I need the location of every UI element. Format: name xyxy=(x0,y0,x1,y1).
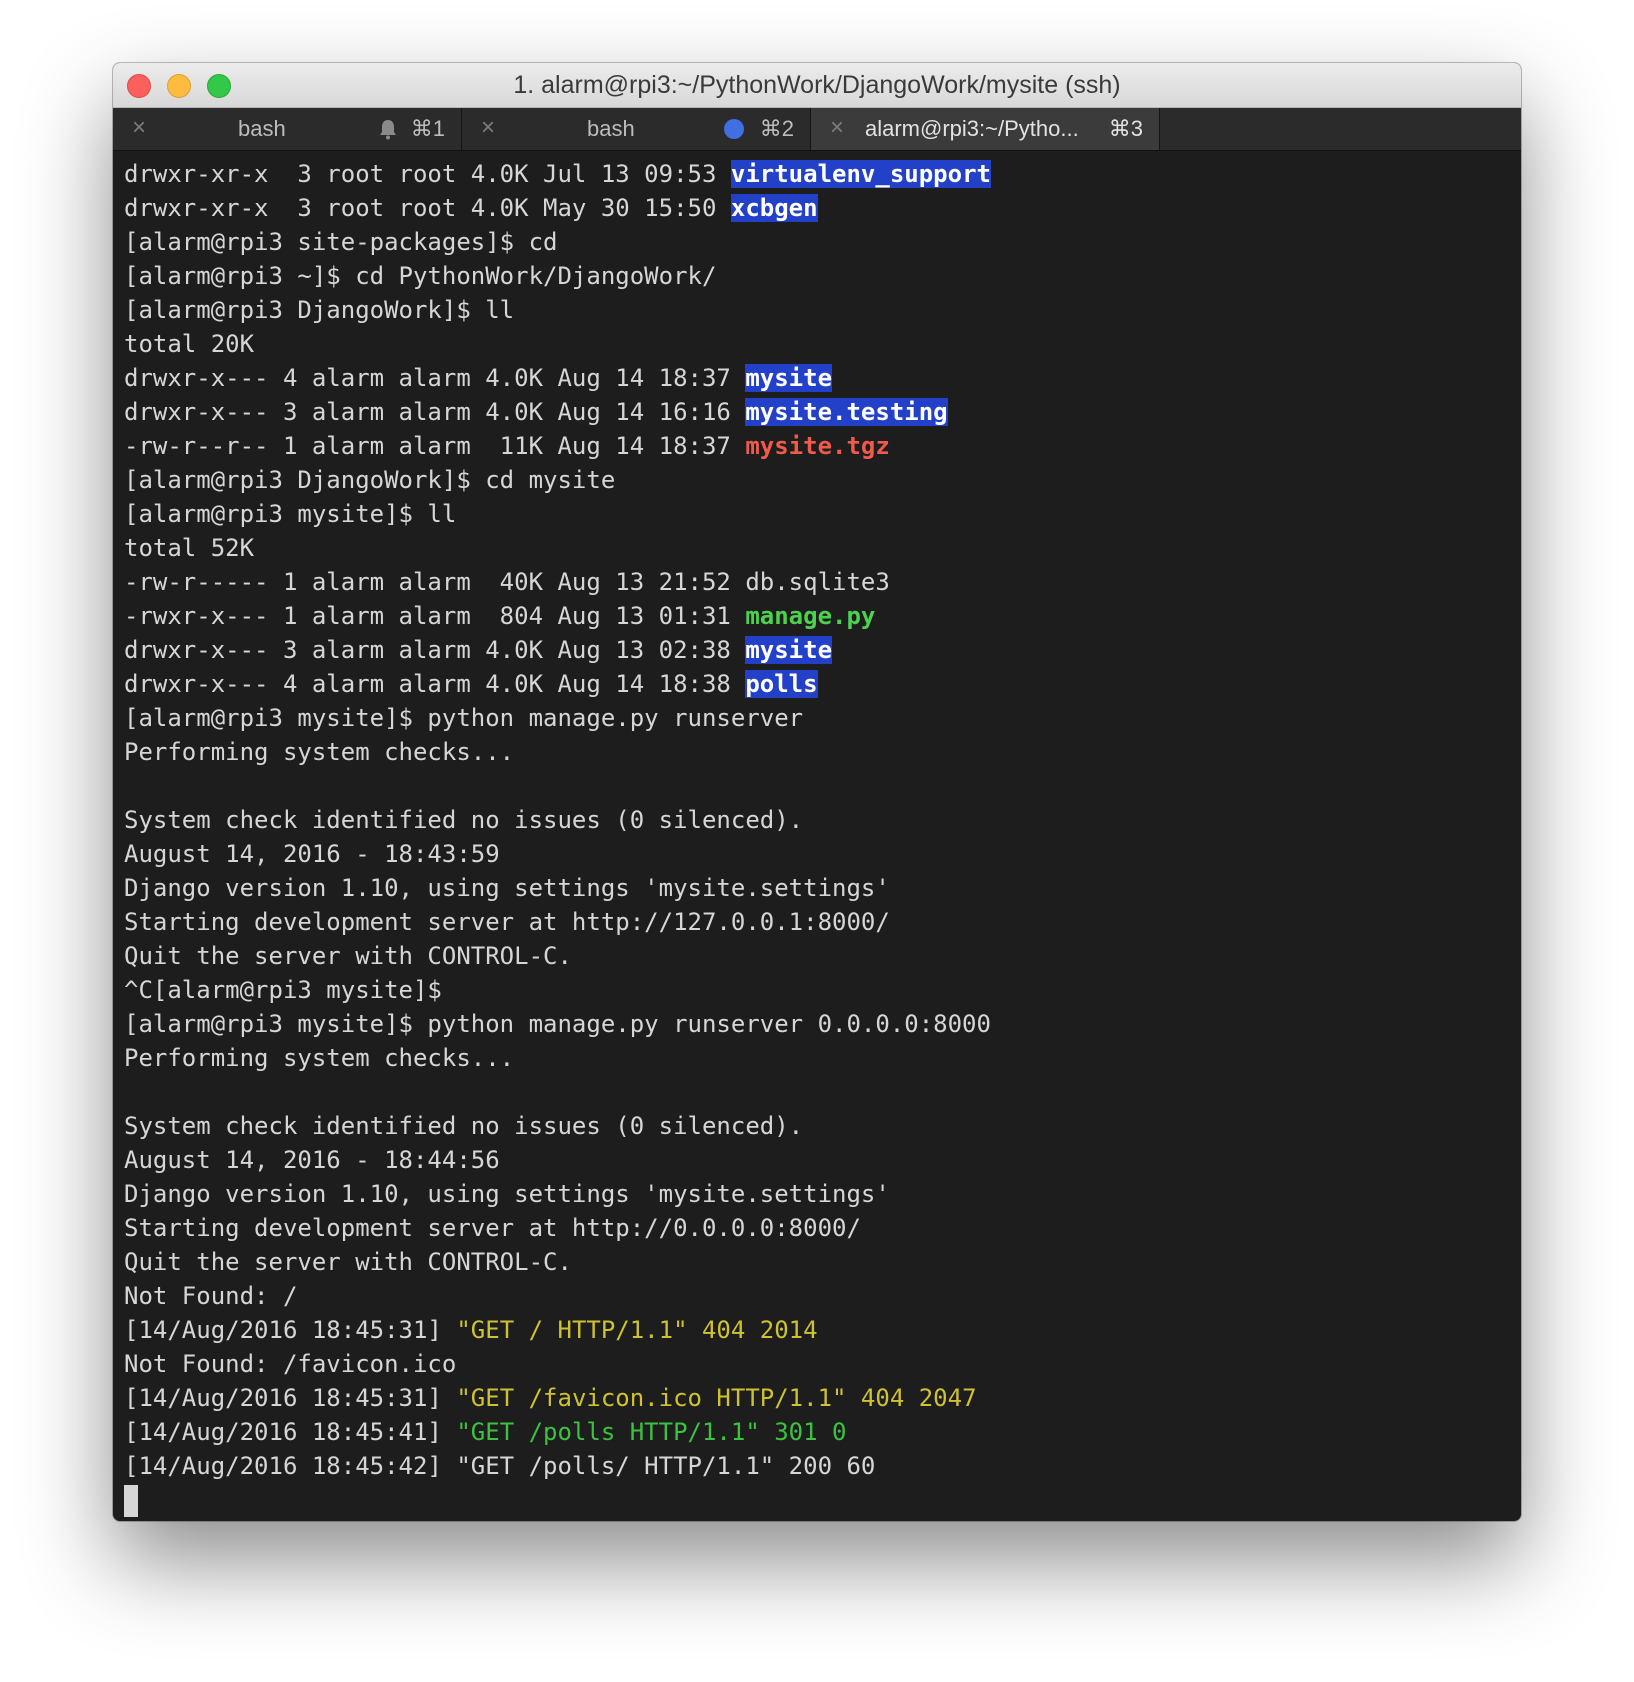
window-title: 1. alarm@rpi3:~/PythonWork/DjangoWork/my… xyxy=(513,71,1121,99)
terminal-line: [alarm@rpi3 DjangoWork]$ ll xyxy=(124,296,515,324)
directory-name: mysite xyxy=(745,636,833,664)
archive-file-name: mysite.tgz xyxy=(745,432,890,460)
tab-bash-2[interactable]: × bash ⌘2 xyxy=(462,108,811,150)
terminal-line: Quit the server with CONTROL-C. xyxy=(124,942,572,970)
terminal-line: [14/Aug/2016 18:45:31] "GET / HTTP/1.1" … xyxy=(124,1316,818,1344)
terminal-line: drwxr-x--- 3 alarm alarm 4.0K Aug 13 02:… xyxy=(124,636,833,664)
file-name: db.sqlite3 xyxy=(745,568,890,596)
directory-name: virtualenv_support xyxy=(730,160,991,188)
text-cursor xyxy=(124,1485,138,1517)
terminal-line: Django version 1.10, using settings 'mys… xyxy=(124,1180,890,1208)
terminal-line: [alarm@rpi3 mysite]$ ll xyxy=(124,500,457,528)
bell-icon xyxy=(380,120,396,140)
directory-name: mysite xyxy=(745,364,833,392)
terminal-line: drwxr-xr-x 3 root root 4.0K Jul 13 09:53… xyxy=(124,160,991,188)
terminal-line: Performing system checks... xyxy=(124,738,515,766)
terminal-line: [14/Aug/2016 18:45:41] "GET /polls HTTP/… xyxy=(124,1418,847,1446)
request-log-301: "GET /polls HTTP/1.1" 301 0 xyxy=(456,1418,847,1446)
terminal-line: [14/Aug/2016 18:45:42] "GET /polls/ HTTP… xyxy=(124,1452,876,1480)
terminal-line: Django version 1.10, using settings 'mys… xyxy=(124,874,890,902)
tab-shortcut: ⌘3 xyxy=(1108,116,1143,141)
tab-label: bash xyxy=(587,116,635,141)
terminal-line: Performing system checks... xyxy=(124,1044,515,1072)
executable-file-name: manage.py xyxy=(745,602,876,630)
terminal-line: Not Found: /favicon.ico xyxy=(124,1350,457,1378)
terminal-line: total 20K xyxy=(124,330,255,358)
terminal-line: Not Found: / xyxy=(124,1282,298,1310)
terminal-output[interactable]: drwxr-xr-x 3 root root 4.0K Jul 13 09:53… xyxy=(113,151,1521,1521)
terminal-line: -rwxr-x--- 1 alarm alarm 804 Aug 13 01:3… xyxy=(124,602,876,630)
terminal-line: -rw-r--r-- 1 alarm alarm 11K Aug 14 18:3… xyxy=(124,432,890,460)
title-bar[interactable]: 1. alarm@rpi3:~/PythonWork/DjangoWork/my… xyxy=(113,63,1521,108)
terminal-window: 1. alarm@rpi3:~/PythonWork/DjangoWork/my… xyxy=(113,63,1521,1521)
terminal-line: [alarm@rpi3 ~]$ cd PythonWork/DjangoWork… xyxy=(124,262,717,290)
close-tab-icon[interactable]: × xyxy=(825,116,849,140)
tab-bar: × bash ⌘1 × bash ⌘2 × alarm@rpi3:~/Pytho… xyxy=(113,108,1521,151)
terminal-line: -rw-r----- 1 alarm alarm 40K Aug 13 21:5… xyxy=(124,568,890,596)
terminal-line: System check identified no issues (0 sil… xyxy=(124,806,804,834)
terminal-line: [alarm@rpi3 site-packages]$ cd xyxy=(124,228,558,256)
directory-name: xcbgen xyxy=(730,194,818,222)
terminal-line: System check identified no issues (0 sil… xyxy=(124,1112,804,1140)
terminal-line xyxy=(124,1483,1521,1517)
terminal-line: [alarm@rpi3 mysite]$ python manage.py ru… xyxy=(124,1010,991,1038)
terminal-line: drwxr-x--- 3 alarm alarm 4.0K Aug 14 16:… xyxy=(124,398,948,426)
terminal-line: Quit the server with CONTROL-C. xyxy=(124,1248,572,1276)
terminal-line: [14/Aug/2016 18:45:31] "GET /favicon.ico… xyxy=(124,1384,977,1412)
tab-shortcut: ⌘2 xyxy=(759,116,794,141)
directory-name: polls xyxy=(745,670,818,698)
tab-shortcut: ⌘1 xyxy=(410,116,445,141)
close-tab-icon[interactable]: × xyxy=(127,116,151,140)
terminal-line: August 14, 2016 - 18:44:56 xyxy=(124,1146,500,1174)
tab-label: alarm@rpi3:~/Pytho... xyxy=(865,116,1079,141)
terminal-line: drwxr-x--- 4 alarm alarm 4.0K Aug 14 18:… xyxy=(124,364,833,392)
terminal-line: [alarm@rpi3 DjangoWork]$ cd mysite xyxy=(124,466,616,494)
terminal-line: August 14, 2016 - 18:43:59 xyxy=(124,840,500,868)
tab-ssh-active[interactable]: × alarm@rpi3:~/Pytho... ⌘3 xyxy=(811,108,1160,150)
request-log-404: "GET / HTTP/1.1" 404 2014 xyxy=(456,1316,818,1344)
directory-name: mysite.testing xyxy=(745,398,948,426)
tab-bash-1[interactable]: × bash ⌘1 xyxy=(113,108,462,150)
request-log-404: "GET /favicon.ico HTTP/1.1" 404 2047 xyxy=(456,1384,977,1412)
terminal-line: drwxr-x--- 4 alarm alarm 4.0K Aug 14 18:… xyxy=(124,670,818,698)
terminal-line: ^C[alarm@rpi3 mysite]$ xyxy=(124,976,442,1004)
terminal-line: drwxr-xr-x 3 root root 4.0K May 30 15:50… xyxy=(124,194,818,222)
close-tab-icon[interactable]: × xyxy=(476,116,500,140)
terminal-line: [alarm@rpi3 mysite]$ python manage.py ru… xyxy=(124,704,804,732)
terminal-line: total 52K xyxy=(124,534,255,562)
terminal-line: Starting development server at http://0.… xyxy=(124,1214,861,1242)
tab-label: bash xyxy=(238,116,286,141)
terminal-line: Starting development server at http://12… xyxy=(124,908,890,936)
activity-dot-icon xyxy=(724,119,744,139)
